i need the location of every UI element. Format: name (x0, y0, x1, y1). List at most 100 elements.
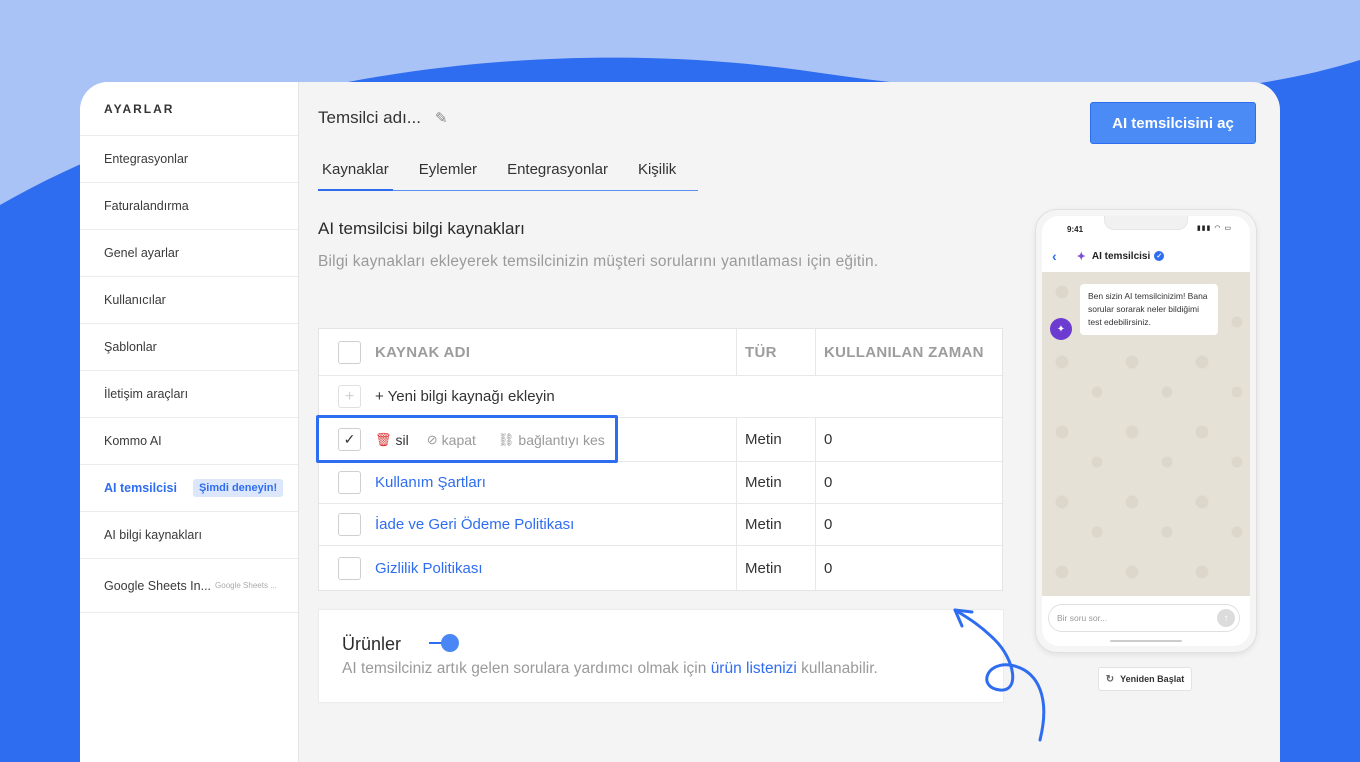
sidebar-item-label: İletişim araçları (104, 387, 189, 401)
home-indicator (1110, 640, 1182, 642)
table-row: İade ve Geri Ödeme Politikası Metin 0 (319, 504, 1002, 546)
sidebar-item-communication-tools[interactable]: İletişim araçları (80, 371, 298, 418)
knowledge-sources-table: KAYNAK ADI TÜR KULLANILAN ZAMAN + + Yeni … (318, 328, 1003, 591)
main-content: Temsilci adı... ✎ AI temsilcisini aç Kay… (299, 82, 1280, 762)
delete-action[interactable]: 🗑 sil (375, 432, 409, 448)
status-time: 9:41 (1067, 225, 1084, 234)
source-name-link[interactable]: Gizlilik Politikası (375, 560, 483, 577)
table-row: Gizlilik Politikası Metin 0 (319, 546, 1002, 590)
settings-sidebar: AYARLAR Entegrasyonlar Faturalandırma Ge… (80, 82, 299, 762)
hide-label: kapat (441, 431, 476, 448)
sidebar-item-templates[interactable]: Şablonlar (80, 324, 298, 371)
column-header-name: KAYNAK ADI (375, 343, 471, 361)
products-title: Ürünler (342, 634, 402, 654)
row-type: Metin (745, 559, 782, 577)
sidebar-item-label: Google Sheets In... (104, 578, 212, 593)
column-header-used: KULLANILAN ZAMAN (824, 343, 984, 361)
phone-screen: 9:41 ▮▮▮ ◠ ▭ ‹ ✦ AI temsilcisi ✓ Ben siz… (1042, 216, 1250, 646)
source-name-link[interactable]: İade ve Geri Ödeme Politikası (375, 516, 574, 533)
restart-button[interactable]: ↻ Yeniden Başlat (1098, 667, 1192, 691)
table-header-row: KAYNAK ADI TÜR KULLANILAN ZAMAN (319, 329, 1002, 376)
row-type: Metin (745, 431, 782, 448)
plus-icon: + (338, 385, 361, 408)
try-now-badge: Şimdi deneyin! (192, 479, 284, 497)
products-card: Ürünler AI temsilciniz artık gelen sorul… (318, 609, 1004, 703)
source-name-link[interactable]: Kullanım Şartları (375, 474, 486, 491)
sidebar-item-general[interactable]: Genel ayarlar (80, 230, 298, 277)
row-used: 0 (824, 559, 833, 577)
unlink-label: bağlantıyı kes (518, 431, 605, 448)
row-type: Metin (745, 474, 782, 491)
add-source-row[interactable]: + + Yeni bilgi kaynağı ekleyin (319, 376, 1002, 418)
send-icon[interactable]: ↑ (1217, 609, 1235, 627)
tab-integrations[interactable]: Entegrasyonlar (503, 160, 612, 191)
delete-label: sil (395, 431, 409, 448)
open-ai-agent-button[interactable]: AI temsilcisini aç (1090, 102, 1256, 144)
bot-message: Ben sizin AI temsilcinizim! Bana sorular… (1080, 284, 1218, 335)
restart-label: Yeniden Başlat (1120, 674, 1185, 684)
sidebar-item-label: Entegrasyonlar (104, 152, 189, 166)
app-window: AYARLAR Entegrasyonlar Faturalandırma Ge… (80, 82, 1280, 762)
products-desc-text: AI temsilciniz artık gelen sorulara yard… (342, 660, 711, 677)
products-description: AI temsilciniz artık gelen sorulara yard… (342, 660, 878, 678)
phone-notch (1104, 216, 1188, 230)
chat-input[interactable]: Bir soru sor... ↑ (1048, 604, 1240, 632)
sidebar-item-ai-knowledge-sources[interactable]: AI bilgi kaynakları (80, 512, 298, 559)
tab-personality[interactable]: Kişilik (634, 160, 680, 191)
section-description: Bilgi kaynakları ekleyerek temsilcinizin… (318, 253, 879, 270)
sidebar-item-ai-agent[interactable]: AI temsilcisi Şimdi deneyin! (80, 465, 298, 512)
unlink-icon: ⛓ (497, 431, 515, 447)
unlink-action[interactable]: ⛓ bağlantıyı kes (498, 432, 605, 448)
refresh-icon: ↻ (1105, 673, 1115, 685)
sidebar-item-label: Faturalandırma (104, 199, 189, 213)
trash-icon: 🗑 (375, 431, 392, 447)
back-arrow-icon[interactable]: ‹ (1052, 248, 1057, 264)
agent-name-header[interactable]: Temsilci adı... ✎ (318, 108, 448, 128)
sidebar-item-label: AI bilgi kaynakları (104, 528, 202, 542)
sidebar-item-billing[interactable]: Faturalandırma (80, 183, 298, 230)
sidebar-item-label: Şablonlar (104, 340, 157, 354)
sidebar-item-label: Kommo AI (104, 434, 162, 448)
section-title: AI temsilcisi bilgi kaynakları (318, 219, 525, 238)
product-list-link[interactable]: ürün listenizi (711, 660, 797, 677)
row-used: 0 (824, 516, 833, 533)
row-checkbox-checked[interactable]: ✓ (338, 428, 361, 451)
chat-area: Ben sizin AI temsilcinizim! Bana sorular… (1042, 272, 1250, 596)
sidebar-item-google-sheets[interactable]: Google Sheets In... Google Sheets ... (80, 559, 298, 613)
column-header-type: TÜR (745, 343, 777, 361)
products-desc-text-end: kullanabilir. (796, 660, 878, 677)
eye-off-icon: ⊘ (426, 431, 438, 447)
products-toggle[interactable] (429, 634, 461, 652)
sparkle-icon: ✦ (1076, 250, 1086, 263)
chat-title: AI temsilcisi (1091, 250, 1151, 262)
pencil-icon[interactable]: ✎ (435, 109, 448, 127)
add-source-label[interactable]: + Yeni bilgi kaynağı ekleyin (375, 388, 555, 405)
verified-icon: ✓ (1154, 251, 1165, 261)
table-row: Kullanım Şartları Metin 0 (319, 462, 1002, 504)
tab-actions[interactable]: Eylemler (415, 160, 481, 191)
row-checkbox[interactable] (338, 556, 361, 580)
row-type: Metin (745, 516, 782, 533)
row-used: 0 (824, 474, 833, 491)
signal-wifi-battery-icon: ▮▮▮ ◠ ▭ (1196, 225, 1232, 232)
select-all-checkbox[interactable] (338, 340, 361, 364)
sidebar-item-kommo-ai[interactable]: Kommo AI (80, 418, 298, 465)
chat-header: ‹ ✦ AI temsilcisi ✓ (1042, 240, 1250, 272)
agent-name: Temsilci adı... (318, 108, 421, 127)
bot-avatar-icon: ✦ (1050, 318, 1072, 340)
sidebar-item-users[interactable]: Kullanıcılar (80, 277, 298, 324)
row-checkbox[interactable] (338, 471, 361, 494)
row-used: 0 (824, 431, 833, 448)
phone-preview: 9:41 ▮▮▮ ◠ ▭ ‹ ✦ AI temsilcisi ✓ Ben siz… (1035, 209, 1257, 653)
row-checkbox[interactable] (338, 513, 361, 536)
hide-action[interactable]: ⊘ kapat (427, 432, 476, 448)
tab-sources[interactable]: Kaynaklar (318, 160, 393, 191)
sidebar-item-sublabel: Google Sheets ... (215, 581, 277, 590)
sidebar-title: AYARLAR (80, 82, 298, 136)
sidebar-item-integrations[interactable]: Entegrasyonlar (80, 136, 298, 183)
sidebar-item-label: AI temsilcisi (104, 481, 177, 495)
table-row: ✓ 🗑 sil ⊘ kapat ⛓ bağlantıyı kes Metin 0 (319, 418, 1002, 462)
chat-input-placeholder: Bir soru sor... (1057, 613, 1108, 623)
sidebar-item-label: Genel ayarlar (104, 246, 180, 260)
tab-bar: Kaynaklar Eylemler Entegrasyonlar Kişili… (318, 160, 698, 191)
